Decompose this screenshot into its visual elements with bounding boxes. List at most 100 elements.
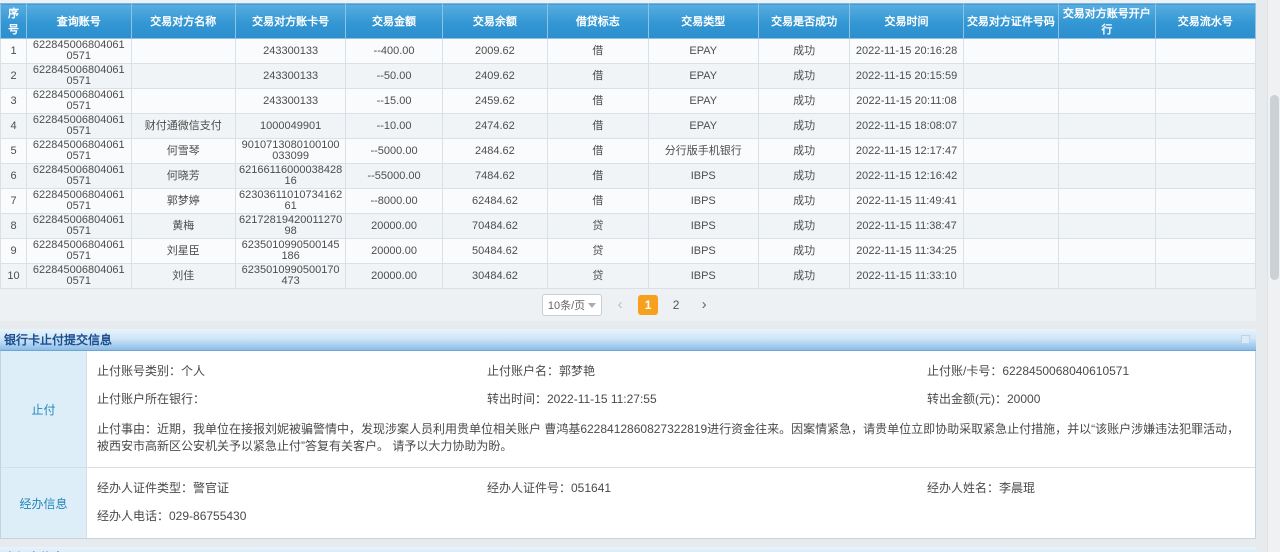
column-header-serial-no: 交易流水号: [1155, 4, 1256, 39]
cell-counterparty-card: 243300133: [235, 39, 345, 64]
handler-field-row: 经办人证件类型：警官证 经办人证件号：051641 经办人姓名：李晨琨: [97, 474, 1243, 502]
cell-time: 2022-11-15 20:15:59: [850, 64, 963, 89]
cell-debit-credit-flag: 借: [548, 189, 648, 214]
next-page-button[interactable]: ›: [694, 295, 714, 315]
scrollbar[interactable]: [1267, 0, 1280, 552]
transaction-row[interactable]: 3 6228450068040610571 243300133 --15.00 …: [1, 89, 1256, 114]
cell-counterparty-name: 郭梦婷: [131, 189, 235, 214]
transaction-row[interactable]: 2 6228450068040610571 243300133 --50.00 …: [1, 64, 1256, 89]
cell-serial-no: [1155, 189, 1256, 214]
cell-balance: 30484.62: [442, 264, 547, 289]
cell-amount: 20000.00: [346, 264, 442, 289]
cell-balance: 7484.62: [442, 164, 547, 189]
collapse-icon[interactable]: [1241, 335, 1250, 344]
cell-cert-no: [963, 214, 1058, 239]
cell-cert-no: [963, 139, 1058, 164]
cell-opening-bank: [1059, 114, 1155, 139]
cell-counterparty-name: 何雪琴: [131, 139, 235, 164]
cell-time: 2022-11-15 12:17:47: [850, 139, 963, 164]
cell-counterparty-name: [131, 39, 235, 64]
cell-seq: 6: [1, 164, 27, 189]
cell-query-account: 6228450068040610571: [27, 39, 131, 64]
page-size-value: 10条/页: [548, 297, 585, 313]
cell-seq: 7: [1, 189, 27, 214]
cell-serial-no: [1155, 239, 1256, 264]
transaction-row[interactable]: 6 6228450068040610571 何晓芳 62166116000038…: [1, 164, 1256, 189]
cell-success: 成功: [758, 39, 849, 64]
cell-balance: 2409.62: [442, 64, 547, 89]
transaction-row[interactable]: 1 6228450068040610571 243300133 --400.00…: [1, 39, 1256, 64]
chevron-down-icon: [588, 303, 596, 308]
cell-type: IBPS: [648, 214, 758, 239]
stop-payment-group-label: 止付: [1, 351, 87, 467]
cell-counterparty-name: [131, 89, 235, 114]
field-handler-phone: 经办人电话：029-86755430: [97, 508, 487, 524]
cell-seq: 9: [1, 239, 27, 264]
cell-opening-bank: [1059, 39, 1155, 64]
cell-success: 成功: [758, 64, 849, 89]
transaction-row[interactable]: 8 6228450068040610571 黄梅 621728194200112…: [1, 214, 1256, 239]
cell-amount: --10.00: [346, 114, 442, 139]
stop-payment-section-header: 银行卡止付提交信息: [0, 329, 1256, 351]
cell-debit-credit-flag: 借: [548, 114, 648, 139]
cell-opening-bank: [1059, 214, 1155, 239]
cell-success: 成功: [758, 264, 849, 289]
handler-info-group: 经办信息 经办人证件类型：警官证 经办人证件号：051641 经办人姓名：李晨琨…: [1, 467, 1255, 538]
cell-type: EPAY: [648, 39, 758, 64]
cell-counterparty-name: 财付通微信支付: [131, 114, 235, 139]
page-button-2[interactable]: 2: [666, 295, 686, 315]
stop-payment-group: 止付 止付账号类别：个人 止付账户名：郭梦艳 止付账/卡号：6228450068…: [1, 351, 1255, 467]
page-button-1[interactable]: 1: [638, 295, 658, 315]
cell-opening-bank: [1059, 189, 1155, 214]
cell-counterparty-card: 6235010990500145186: [235, 239, 345, 264]
transactions-table: 序号 查询账号 交易对方名称 交易对方账卡号 交易金额 交易余额 借贷标志 交易…: [0, 3, 1256, 289]
cell-balance: 50484.62: [442, 239, 547, 264]
handler-info-group-label: 经办信息: [1, 468, 87, 538]
cell-time: 2022-11-15 20:11:08: [850, 89, 963, 114]
multicard-section: 多级卡信息 序号 级别 止付类型 所属机构 账号 余额 止付结果 录入人 录入单…: [0, 547, 1256, 552]
transaction-row[interactable]: 5 6228450068040610571 何雪琴 90107130801001…: [1, 139, 1256, 164]
cell-cert-no: [963, 114, 1058, 139]
cell-query-account: 6228450068040610571: [27, 114, 131, 139]
transaction-row[interactable]: 9 6228450068040610571 刘星臣 62350109905001…: [1, 239, 1256, 264]
column-header-query-account: 查询账号: [27, 4, 131, 39]
cell-amount: 20000.00: [346, 239, 442, 264]
page-size-select[interactable]: 10条/页: [542, 294, 602, 316]
pagination: 10条/页 ‹ 1 2 ›: [0, 289, 1256, 321]
cell-serial-no: [1155, 164, 1256, 189]
handler-info-fields: 经办人证件类型：警官证 经办人证件号：051641 经办人姓名：李晨琨 经办人电…: [87, 468, 1255, 538]
cell-counterparty-name: 刘佳: [131, 264, 235, 289]
cell-debit-credit-flag: 贷: [548, 264, 648, 289]
cell-time: 2022-11-15 11:34:25: [850, 239, 963, 264]
column-header-success: 交易是否成功: [758, 4, 849, 39]
cell-query-account: 6228450068040610571: [27, 64, 131, 89]
cell-amount: --15.00: [346, 89, 442, 114]
cell-debit-credit-flag: 贷: [548, 214, 648, 239]
stop-payment-field-row: 止付账号类别：个人 止付账户名：郭梦艳 止付账/卡号：6228450068040…: [97, 357, 1243, 385]
transaction-row[interactable]: 10 6228450068040610571 刘佳 62350109905001…: [1, 264, 1256, 289]
transaction-row[interactable]: 7 6228450068040610571 郭梦婷 62303611010734…: [1, 189, 1256, 214]
cell-counterparty-card: 1000049901: [235, 114, 345, 139]
cell-counterparty-card: 6230361101073416261: [235, 189, 345, 214]
stop-payment-section: 银行卡止付提交信息 止付 止付账号类别：个人 止付账户名：郭梦艳 止付账/卡号：…: [0, 329, 1256, 539]
field-handler-cert-type: 经办人证件类型：警官证: [97, 480, 487, 496]
cell-success: 成功: [758, 214, 849, 239]
cell-serial-no: [1155, 39, 1256, 64]
column-header-type: 交易类型: [648, 4, 758, 39]
transaction-row[interactable]: 4 6228450068040610571 财付通微信支付 1000049901…: [1, 114, 1256, 139]
column-header-opening-bank: 交易对方账号开户行: [1059, 4, 1155, 39]
cell-time: 2022-11-15 18:08:07: [850, 114, 963, 139]
cell-balance: 2459.62: [442, 89, 547, 114]
field-account-type: 止付账号类别：个人: [97, 363, 487, 379]
prev-page-button[interactable]: ‹: [610, 295, 630, 315]
cell-counterparty-card: 9010713080100100033099: [235, 139, 345, 164]
cell-opening-bank: [1059, 239, 1155, 264]
column-header-seq: 序号: [1, 4, 27, 39]
cell-amount: --8000.00: [346, 189, 442, 214]
page: 序号 查询账号 交易对方名称 交易对方账卡号 交易金额 交易余额 借贷标志 交易…: [0, 0, 1270, 552]
cell-type: EPAY: [648, 64, 758, 89]
scrollbar-thumb[interactable]: [1270, 95, 1279, 280]
cell-counterparty-name: 刘星臣: [131, 239, 235, 264]
column-header-counterparty-name: 交易对方名称: [131, 4, 235, 39]
cell-serial-no: [1155, 214, 1256, 239]
